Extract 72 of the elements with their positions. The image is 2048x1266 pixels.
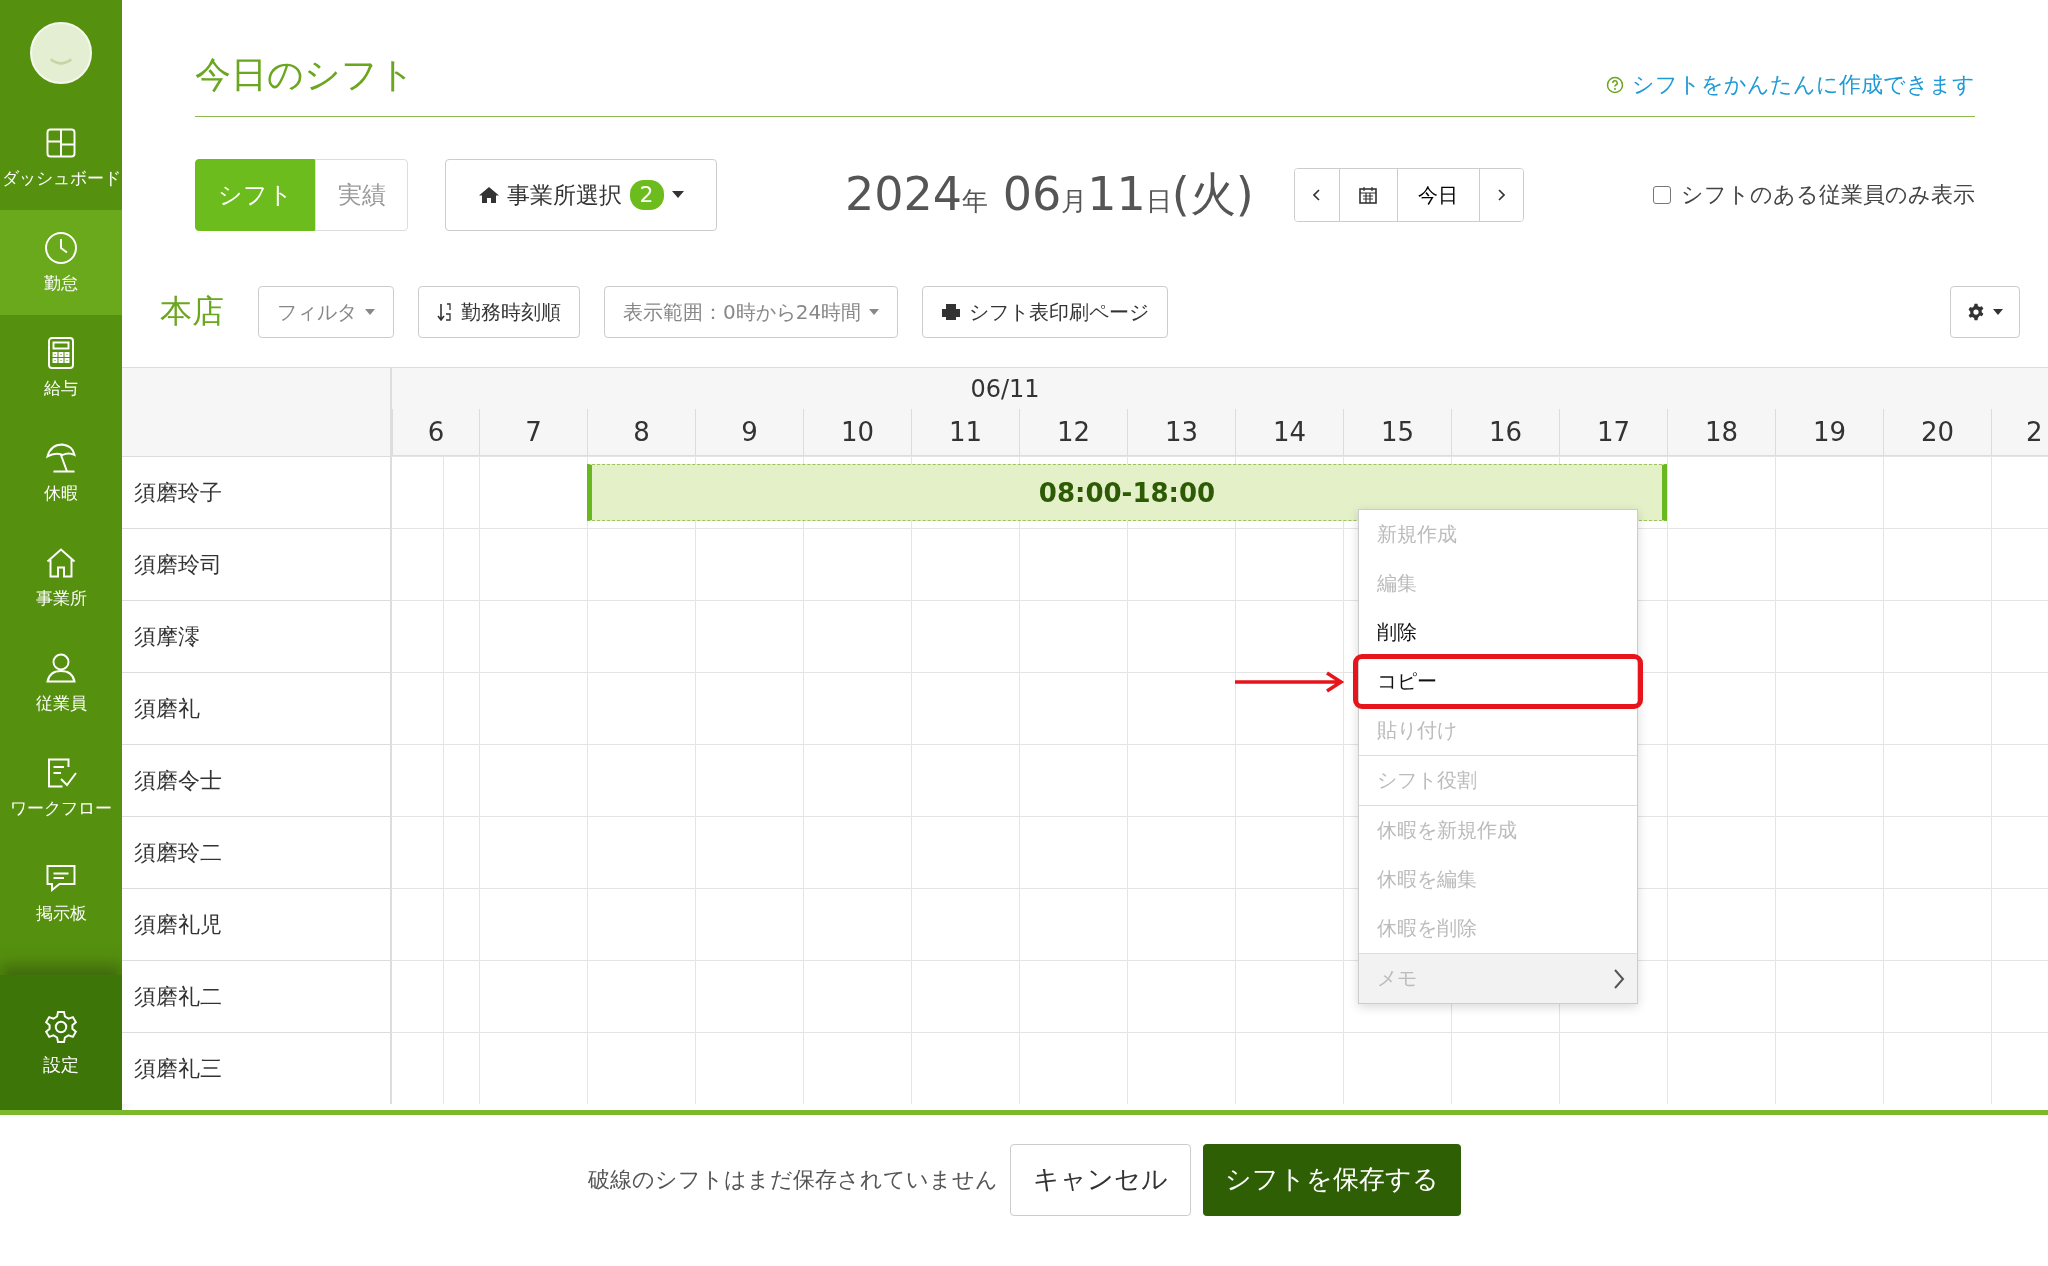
gear-icon	[1967, 303, 1985, 321]
calendar-icon	[1358, 185, 1379, 205]
sidebar-item[interactable]: 勤怠	[0, 210, 122, 315]
save-button[interactable]: シフトを保存する	[1202, 1143, 1461, 1216]
range-dropdown[interactable]: 表示範囲：0時から24時間	[604, 286, 899, 338]
menu-item[interactable]: 削除	[1359, 608, 1637, 657]
settings-item[interactable]: 設定	[0, 975, 122, 1110]
shift-bar[interactable]: 08:00-18:00	[587, 464, 1667, 521]
sort-button[interactable]: 勤務時刻順	[418, 286, 580, 338]
hour-label: 14	[1235, 409, 1343, 456]
office-select[interactable]: 事業所選択 2	[445, 159, 717, 231]
checkbox-label: シフトのある従業員のみ表示	[1681, 181, 1975, 209]
menu-item[interactable]: コピー	[1359, 657, 1637, 706]
hour-label: 7	[479, 409, 587, 456]
hour-label: 13	[1127, 409, 1235, 456]
caret-icon	[671, 191, 684, 199]
help-link[interactable]: シフトをかんたんに作成できます	[1606, 70, 1975, 100]
hour-label: 19	[1775, 409, 1883, 456]
cancel-button[interactable]: キャンセル	[1009, 1143, 1191, 1216]
employee-name: 須磨礼	[122, 672, 392, 744]
sidebar-item[interactable]: ダッシュボード	[0, 105, 122, 210]
caret-icon	[1993, 309, 2003, 315]
chevron-right-icon	[1497, 189, 1506, 201]
hour-label: 18	[1667, 409, 1775, 456]
employee-name: 須摩澪	[122, 600, 392, 672]
sidebar-item[interactable]: ワークフロー	[0, 735, 122, 840]
sidebar-item[interactable]: 給与	[0, 315, 122, 420]
help-icon	[1606, 76, 1624, 94]
sidebar-item[interactable]: 掲示板	[0, 840, 122, 945]
store-name: 本店	[160, 291, 224, 332]
caret-icon	[869, 309, 880, 315]
date-heading: 2024年 06月 11 日(火)	[845, 166, 1254, 223]
mode-tab[interactable]: 実績	[315, 159, 408, 231]
hour-label: 15	[1343, 409, 1451, 456]
employee-name: 須磨礼三	[122, 1032, 392, 1104]
house-icon	[478, 186, 499, 204]
count-badge: 2	[629, 180, 664, 210]
sidebar-item[interactable]: 休暇	[0, 420, 122, 525]
sort-icon	[437, 302, 453, 322]
settings-dropdown[interactable]	[1950, 286, 2020, 338]
hour-label: 2	[1991, 409, 2048, 456]
employee-name: 須磨玲子	[122, 456, 392, 528]
caret-icon	[365, 309, 375, 315]
settings-icon	[43, 1008, 79, 1045]
printer-icon	[941, 303, 962, 321]
hour-label: 20	[1883, 409, 1991, 456]
clock-icon	[43, 230, 79, 266]
mode-tab[interactable]: シフト	[195, 159, 315, 231]
logo-icon	[30, 21, 92, 84]
hour-label: 10	[803, 409, 911, 456]
print-button[interactable]: シフト表印刷ページ	[922, 286, 1169, 338]
timeline-date: 06/11	[392, 367, 2048, 409]
unsaved-message: 破線のシフトはまだ保存されていません	[587, 1165, 998, 1194]
hour-label: 9	[695, 409, 803, 456]
chevron-right-icon	[1613, 967, 1625, 990]
checkbox[interactable]	[1653, 186, 1671, 204]
page-title: 今日のシフト	[195, 53, 415, 97]
sidebar-item[interactable]: 事業所	[0, 525, 122, 630]
hour-label: 17	[1559, 409, 1667, 456]
hour-label: 12	[1019, 409, 1127, 456]
sidebar-item[interactable]: 従業員	[0, 630, 122, 735]
hour-label: 11	[911, 409, 1019, 456]
hour-label: 8	[587, 409, 695, 456]
employee-name: 須磨礼二	[122, 960, 392, 1032]
filter-dropdown[interactable]: フィルタ	[258, 286, 394, 338]
hour-label: 6	[392, 409, 479, 456]
employee-name: 須磨玲司	[122, 528, 392, 600]
employee-name: 須磨玲二	[122, 816, 392, 888]
hour-label: 16	[1451, 409, 1559, 456]
employee-name: 須磨礼児	[122, 888, 392, 960]
employee-name: 須磨令士	[122, 744, 392, 816]
chevron-left-icon	[1312, 189, 1321, 201]
